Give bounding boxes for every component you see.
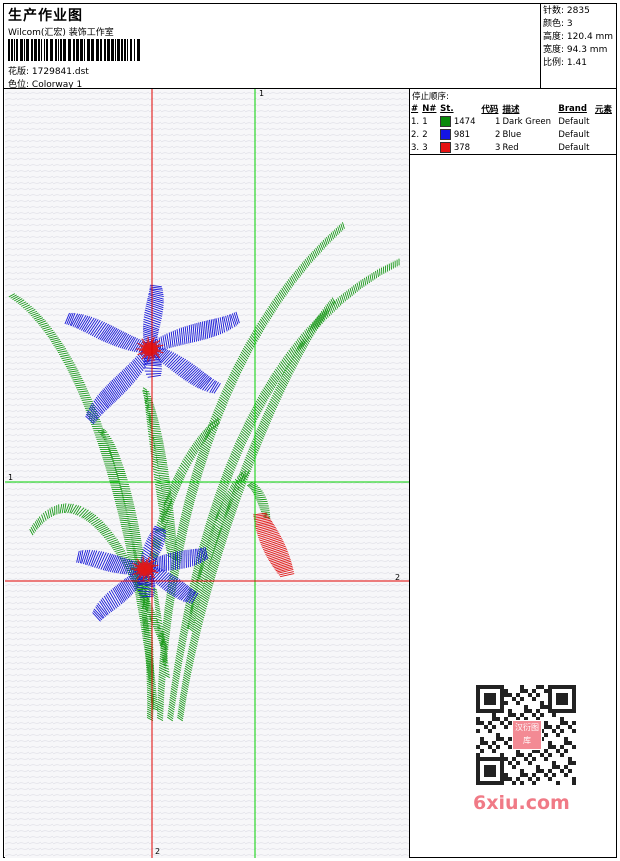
table-cell: 1 bbox=[495, 116, 501, 127]
table-cell: Default bbox=[558, 142, 590, 153]
stat-row: 高度: 120.4 mm bbox=[543, 31, 615, 44]
watermark-site: 6xiu.com bbox=[473, 792, 570, 814]
embroidery-preview bbox=[5, 89, 409, 858]
stat-value: 120.4 mm bbox=[564, 32, 614, 42]
barcode bbox=[8, 39, 140, 61]
guide-label-bottom: 2 bbox=[155, 847, 161, 856]
column-header: 描述 bbox=[502, 105, 520, 115]
stat-row: 颜色: 3 bbox=[543, 18, 615, 31]
table-cell bbox=[594, 141, 615, 154]
table-cell: Red bbox=[502, 142, 519, 153]
table-row[interactable]: 3. 3 378 3 Red Default bbox=[410, 141, 615, 154]
color-swatch bbox=[440, 129, 452, 140]
stitch-cell: 1474 bbox=[439, 115, 480, 128]
stat-label: 颜色: bbox=[543, 19, 565, 29]
header-divider bbox=[540, 4, 541, 88]
design-file: 1729841.dst bbox=[31, 67, 89, 77]
stat-row: 比例: 1.41 bbox=[543, 57, 615, 70]
stop-sequence-title: 停止顺序: bbox=[412, 92, 449, 102]
table-row[interactable]: 2. 2 981 2 Blue Default bbox=[410, 128, 615, 141]
stat-row: 针数: 2835 bbox=[543, 5, 615, 18]
guide-label-left: 1 bbox=[8, 473, 14, 482]
column-header: N# bbox=[422, 104, 437, 114]
table-cell: 3. bbox=[411, 142, 420, 153]
table-cell: 2 bbox=[495, 129, 501, 140]
design-canvas[interactable]: 1 1 2 2 bbox=[5, 89, 410, 858]
table-cell: 2 bbox=[422, 129, 428, 140]
page-title: 生产作业图 bbox=[8, 8, 83, 24]
table-cell: 1. bbox=[411, 116, 420, 127]
stat-value: 2835 bbox=[564, 6, 590, 16]
color-swatch bbox=[440, 142, 452, 153]
stat-label: 比例: bbox=[543, 58, 565, 68]
guide-label-top: 1 bbox=[259, 89, 265, 98]
stat-label: 针数: bbox=[543, 6, 565, 16]
table-cell: 3 bbox=[422, 142, 428, 153]
qr-code: 汉衍图库 bbox=[470, 680, 582, 790]
stat-label: 宽度: bbox=[543, 45, 565, 55]
column-header: Brand bbox=[558, 104, 587, 114]
table-cell: 1 bbox=[422, 116, 428, 127]
panel-divider bbox=[410, 154, 616, 155]
table-cell: Dark Green bbox=[502, 116, 552, 127]
table-cell: Blue bbox=[502, 129, 522, 140]
qr-logo: 汉衍图库 bbox=[512, 720, 542, 750]
stitch-cell: 378 bbox=[439, 141, 480, 154]
guide-label-right: 2 bbox=[395, 573, 401, 582]
column-header: # bbox=[411, 104, 419, 114]
color-swatch bbox=[440, 116, 452, 127]
stats-panel: 针数: 2835 颜色: 3 高度: 120.4 mm 宽度: 94.3 mm 比例: … bbox=[543, 5, 615, 70]
column-header: St. bbox=[440, 104, 454, 114]
table-cell: Default bbox=[558, 129, 590, 140]
table-cell bbox=[594, 115, 615, 128]
stat-value: 94.3 mm bbox=[564, 45, 608, 55]
design-label: 花版: bbox=[8, 67, 30, 77]
stat-row: 宽度: 94.3 mm bbox=[543, 44, 615, 57]
stat-label: 高度: bbox=[543, 32, 565, 42]
stat-value: 1.41 bbox=[564, 58, 587, 68]
stat-value: 3 bbox=[564, 19, 573, 29]
column-header: 元素 bbox=[594, 105, 612, 115]
table-cell: 2. bbox=[411, 129, 420, 140]
table-row[interactable]: 1. 1 1474 1 Dark Green Default bbox=[410, 115, 615, 128]
table-cell: 3 bbox=[495, 142, 501, 153]
table-cell: Default bbox=[558, 116, 590, 127]
column-header: 代码 bbox=[481, 105, 499, 115]
table-cell bbox=[594, 128, 615, 141]
header-info: 生产作业图 Wilcom(汇宏) 装饰工作室 花版: 1729841.dst 色… bbox=[4, 4, 540, 90]
stitch-cell: 981 bbox=[439, 128, 480, 141]
design-file-row: 花版: 1729841.dst bbox=[8, 64, 89, 77]
stop-sequence-table: # N# St. 代码 描述 Brand 元素 1. 1 1474 1 Dark Green Def… bbox=[410, 103, 615, 154]
studio-name: Wilcom(汇宏) 装饰工作室 bbox=[8, 28, 114, 38]
